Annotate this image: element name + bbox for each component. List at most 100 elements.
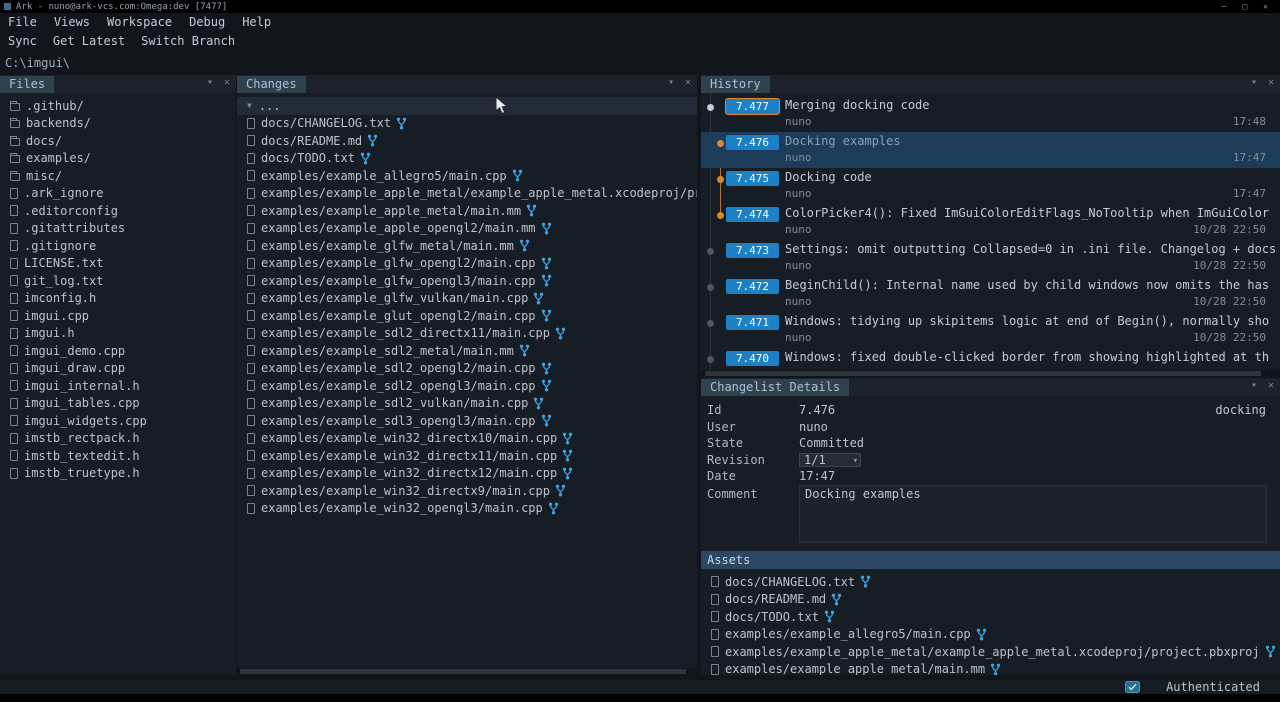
- file-tree-item[interactable]: git_log.txt: [0, 272, 236, 290]
- history-row[interactable]: 7.473 Settings: omit outputting Collapse…: [701, 240, 1280, 276]
- changed-file-row[interactable]: examples/example_apple_opengl2/main.mm: [237, 220, 697, 238]
- detail-value[interactable]: nuno: [799, 420, 828, 434]
- changed-file-row[interactable]: examples/example_glfw_opengl2/main.cpp: [237, 255, 697, 273]
- close-panel-icon[interactable]: ✕: [1268, 380, 1274, 391]
- changeset-badge[interactable]: 7.471: [726, 315, 779, 330]
- file-tree-item[interactable]: imgui_draw.cpp: [0, 360, 236, 378]
- file-tree-item[interactable]: .ark_ignore: [0, 185, 236, 203]
- changeset-badge[interactable]: 7.476: [726, 135, 779, 150]
- menu-item[interactable]: File: [8, 15, 37, 29]
- menu-item[interactable]: Views: [54, 15, 90, 29]
- changed-file-row[interactable]: examples/example_win32_directx10/main.cp…: [237, 430, 697, 448]
- details-panel-title[interactable]: Changelist Details: [701, 379, 849, 396]
- asset-row[interactable]: examples/example_apple_metal/main.mm: [701, 661, 1280, 676]
- history-row[interactable]: 7.474 ColorPicker4(): Fixed ImGuiColorEd…: [701, 204, 1280, 240]
- detail-value[interactable]: 17:47: [799, 469, 835, 483]
- filter-icon[interactable]: ▾: [1251, 380, 1257, 391]
- history-row[interactable]: 7.476 Docking examples nuno 17:47: [701, 132, 1280, 168]
- asset-row[interactable]: docs/CHANGELOG.txt: [701, 573, 1280, 591]
- changed-file-row[interactable]: examples/example_apple_metal/example_app…: [237, 185, 697, 203]
- scrollbar-thumb[interactable]: [705, 371, 1261, 376]
- changed-file-row[interactable]: examples/example_glfw_metal/main.mm: [237, 237, 697, 255]
- changes-root-row[interactable]: ▼ ...: [237, 97, 697, 115]
- detail-value[interactable]: Committed: [799, 436, 864, 450]
- file-tree-item[interactable]: .github/: [0, 97, 236, 115]
- scrollbar-thumb[interactable]: [240, 669, 686, 674]
- file-tree-item[interactable]: .editorconfig: [0, 202, 236, 220]
- history-row[interactable]: 7.477 Merging docking code nuno 17:48: [701, 96, 1280, 132]
- close-panel-icon[interactable]: ✕: [685, 77, 691, 88]
- assets-panel-header[interactable]: Assets: [701, 551, 1280, 569]
- history-row[interactable]: 7.472 BeginChild(): Internal name used b…: [701, 276, 1280, 312]
- changes-hscrollbar[interactable]: [237, 668, 697, 675]
- maximize-button[interactable]: □: [1242, 2, 1247, 11]
- changed-file-row[interactable]: examples/example_sdl2_opengl2/main.cpp: [237, 360, 697, 378]
- file-tree-item[interactable]: LICENSE.txt: [0, 255, 236, 273]
- asset-row[interactable]: examples/example_apple_metal/example_app…: [701, 643, 1280, 661]
- changed-file-row[interactable]: examples/example_glfw_vulkan/main.cpp: [237, 290, 697, 308]
- detail-value[interactable]: 7.476: [799, 403, 835, 417]
- changed-file-row[interactable]: examples/example_sdl2_vulkan/main.cpp: [237, 395, 697, 413]
- changed-file-row[interactable]: examples/example_sdl2_metal/main.mm: [237, 342, 697, 360]
- close-panel-icon[interactable]: ✕: [1268, 77, 1274, 88]
- changed-file-row[interactable]: examples/example_win32_directx12/main.cp…: [237, 465, 697, 483]
- toolbar-button[interactable]: Get Latest: [53, 34, 125, 48]
- file-tree-item[interactable]: imgui.cpp: [0, 307, 236, 325]
- asset-row[interactable]: docs/README.md: [701, 591, 1280, 609]
- history-row[interactable]: 7.475 Docking code nuno 17:47: [701, 168, 1280, 204]
- toolbar-button[interactable]: Sync: [8, 34, 37, 48]
- file-tree-item[interactable]: docs/: [0, 132, 236, 150]
- history-row[interactable]: 7.471 Windows: tidying up skipitems logi…: [701, 312, 1280, 348]
- changed-file-row[interactable]: examples/example_win32_opengl3/main.cpp: [237, 500, 697, 518]
- changed-file-row[interactable]: docs/TODO.txt: [237, 150, 697, 168]
- changed-file-row[interactable]: examples/example_win32_directx11/main.cp…: [237, 447, 697, 465]
- changed-file-row[interactable]: docs/README.md: [237, 132, 697, 150]
- expander-icon[interactable]: ▼: [247, 101, 252, 110]
- file-tree-item[interactable]: imstb_rectpack.h: [0, 430, 236, 448]
- file-tree-item[interactable]: imconfig.h: [0, 290, 236, 308]
- history-panel-title[interactable]: History: [701, 76, 770, 93]
- asset-row[interactable]: docs/TODO.txt: [701, 608, 1280, 626]
- file-tree-item[interactable]: imgui.h: [0, 325, 236, 343]
- changeset-badge[interactable]: 7.475: [726, 171, 779, 186]
- file-tree-item[interactable]: .gitattributes: [0, 220, 236, 238]
- changeset-badge[interactable]: 7.470: [726, 351, 779, 366]
- filter-icon[interactable]: ▾: [207, 77, 213, 88]
- file-tree-item[interactable]: imstb_truetype.h: [0, 465, 236, 483]
- asset-row[interactable]: examples/example_allegro5/main.cpp: [701, 626, 1280, 644]
- changeset-badge[interactable]: 7.474: [726, 207, 779, 222]
- file-tree-item[interactable]: examples/: [0, 150, 236, 168]
- file-tree-item[interactable]: imgui_widgets.cpp: [0, 412, 236, 430]
- files-panel-title[interactable]: Files: [0, 76, 54, 93]
- filter-icon[interactable]: ▾: [668, 77, 674, 88]
- history-row[interactable]: 7.470 Windows: fixed double-clicked bord…: [701, 348, 1280, 370]
- changed-file-row[interactable]: docs/CHANGELOG.txt: [237, 115, 697, 133]
- menu-item[interactable]: Debug: [189, 15, 225, 29]
- filter-icon[interactable]: ▾: [1251, 77, 1257, 88]
- changed-file-row[interactable]: examples/example_allegro5/main.cpp: [237, 167, 697, 185]
- file-tree-item[interactable]: .gitignore: [0, 237, 236, 255]
- changed-file-row[interactable]: examples/example_sdl2_opengl3/main.cpp: [237, 377, 697, 395]
- file-tree-item[interactable]: imgui_demo.cpp: [0, 342, 236, 360]
- changeset-badge[interactable]: 7.473: [726, 243, 779, 258]
- changed-file-row[interactable]: examples/example_apple_metal/main.mm: [237, 202, 697, 220]
- history-hscrollbar[interactable]: [701, 370, 1280, 377]
- changed-file-row[interactable]: examples/example_glut_opengl2/main.cpp: [237, 307, 697, 325]
- changed-file-row[interactable]: examples/example_sdl2_directx11/main.cpp: [237, 325, 697, 343]
- changeset-badge[interactable]: 7.472: [726, 279, 779, 294]
- changeset-badge[interactable]: 7.477: [726, 99, 779, 114]
- close-panel-icon[interactable]: ✕: [224, 77, 230, 88]
- file-tree-item[interactable]: imgui_tables.cpp: [0, 395, 236, 413]
- menu-item[interactable]: Help: [242, 15, 271, 29]
- minimize-button[interactable]: ─: [1222, 2, 1227, 11]
- file-tree-item[interactable]: imstb_textedit.h: [0, 447, 236, 465]
- menu-item[interactable]: Workspace: [107, 15, 172, 29]
- changed-file-row[interactable]: examples/example_glfw_opengl3/main.cpp: [237, 272, 697, 290]
- file-tree-item[interactable]: backends/: [0, 115, 236, 133]
- close-button[interactable]: ✕: [1263, 2, 1268, 11]
- file-tree-item[interactable]: imgui_internal.h: [0, 377, 236, 395]
- toolbar-button[interactable]: Switch Branch: [141, 34, 235, 48]
- file-tree-item[interactable]: misc/: [0, 167, 236, 185]
- detail-value[interactable]: 1/1: [799, 453, 861, 467]
- changed-file-row[interactable]: examples/example_sdl3_opengl3/main.cpp: [237, 412, 697, 430]
